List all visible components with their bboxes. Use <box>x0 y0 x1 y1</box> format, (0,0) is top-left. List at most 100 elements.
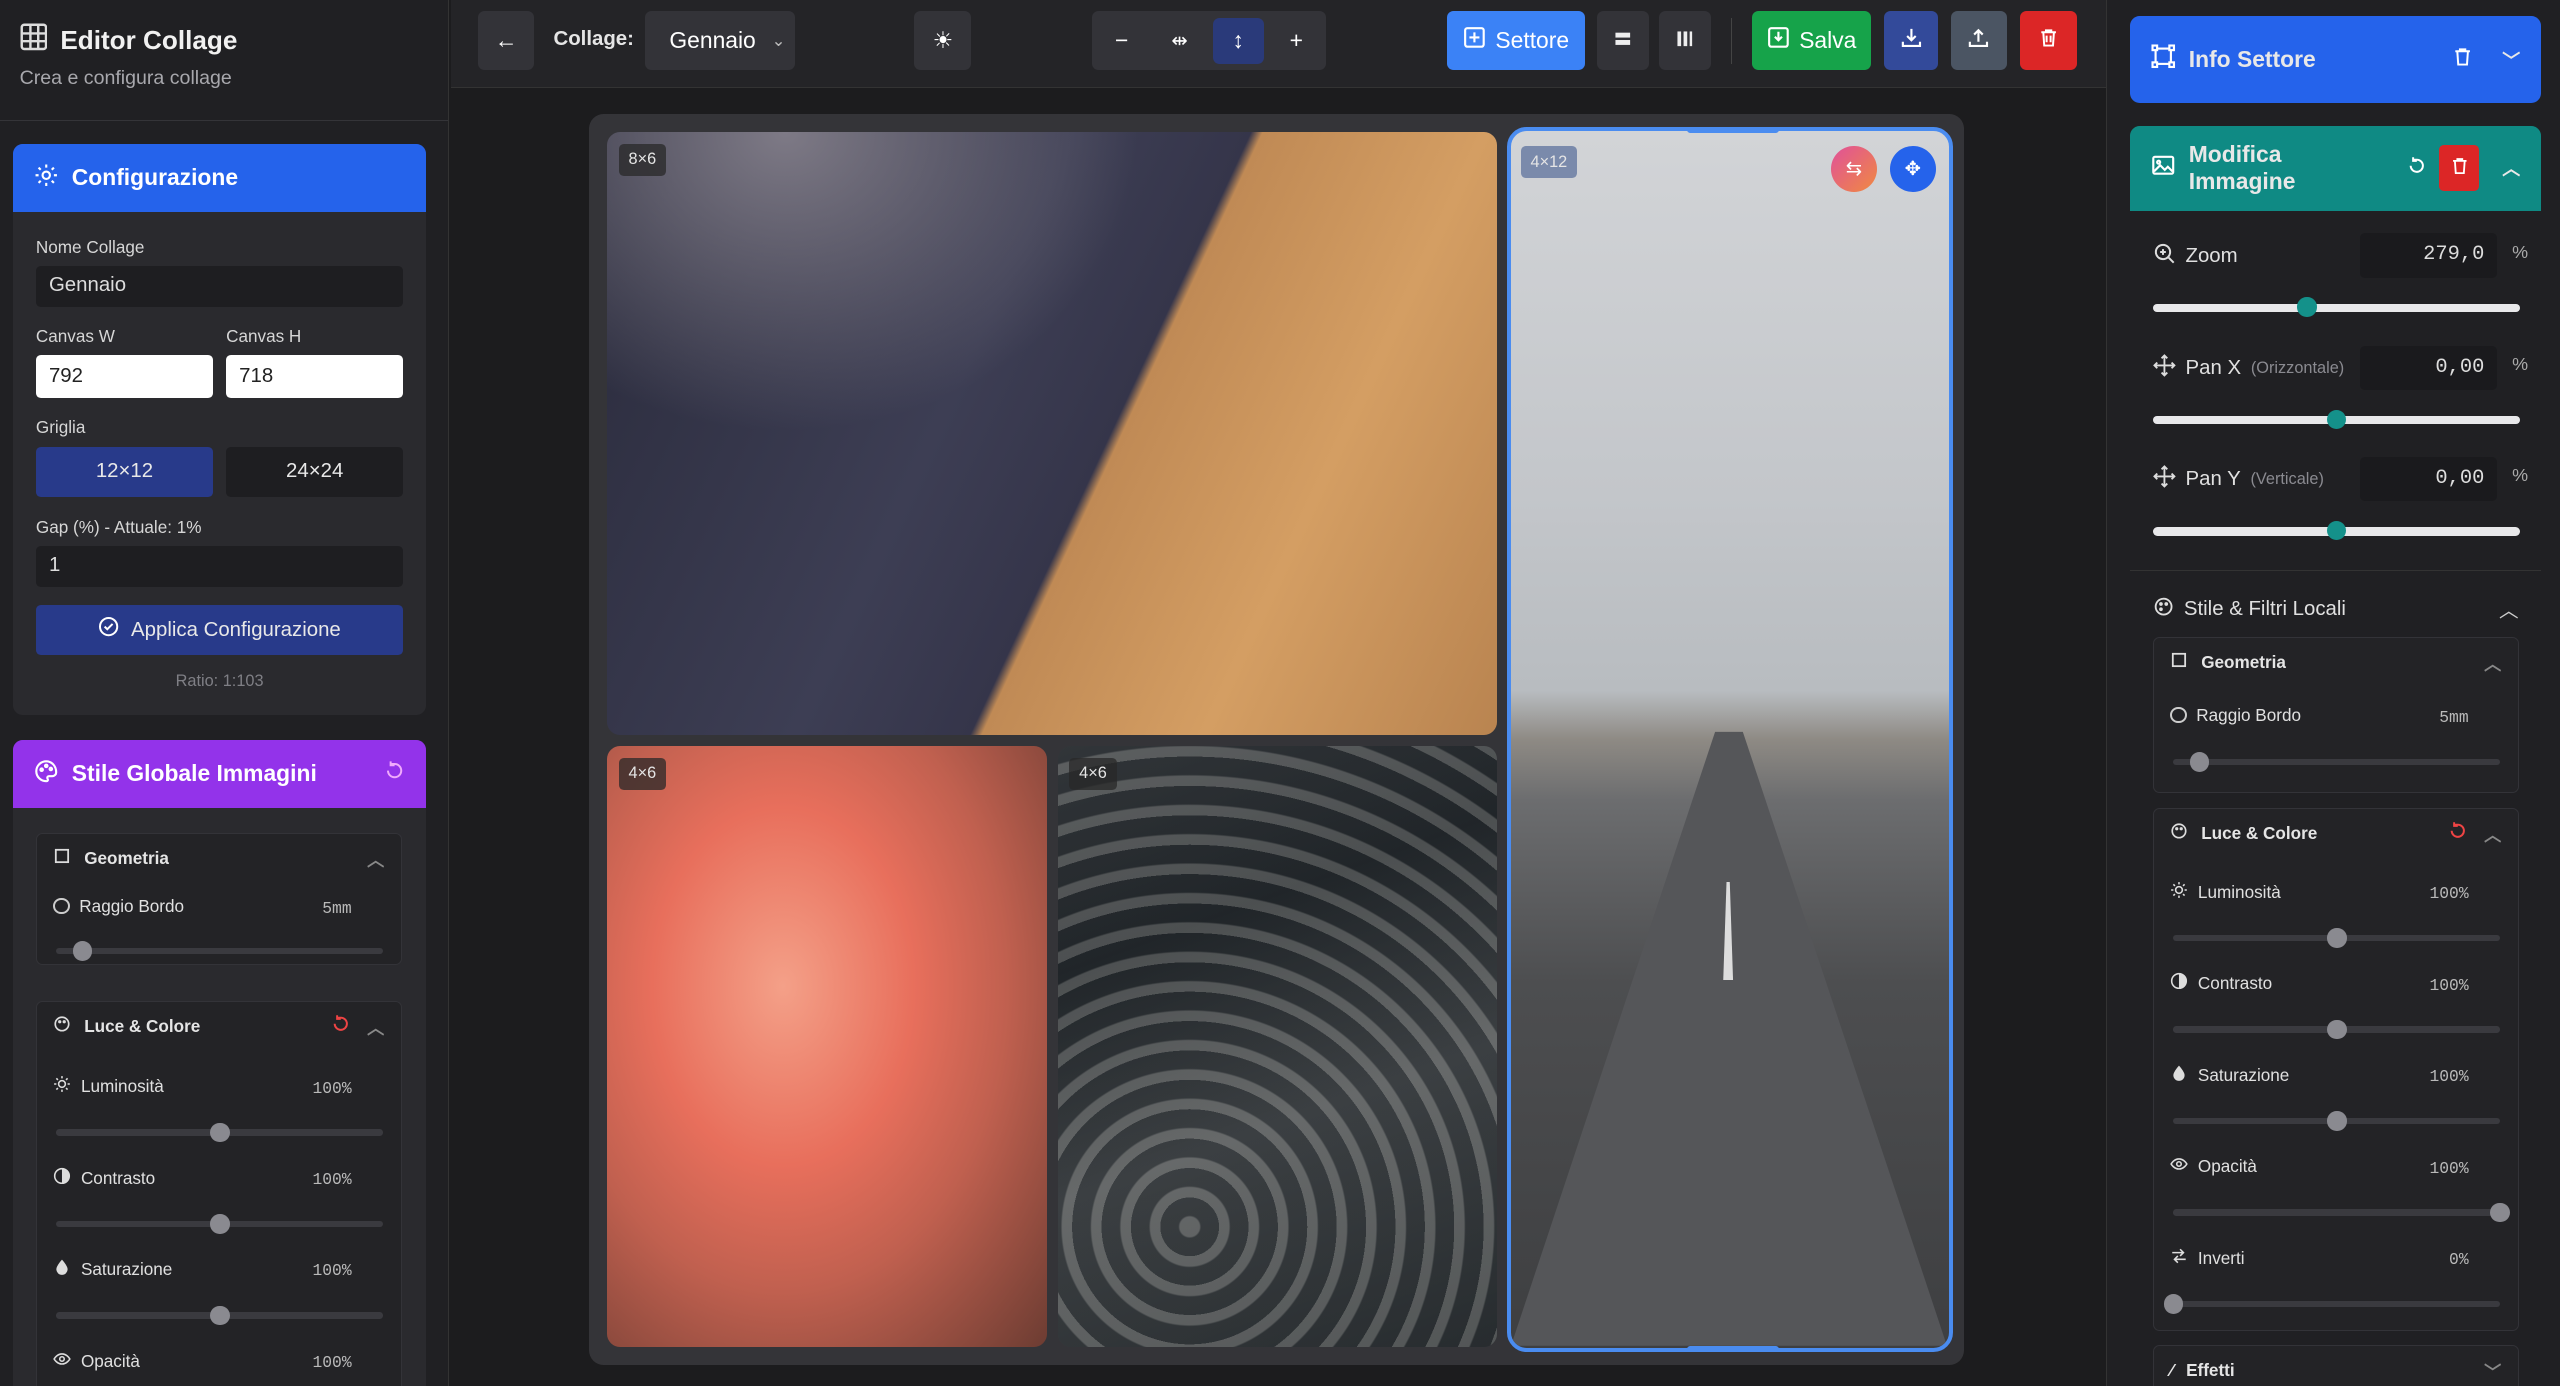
geometry-title: Geometria <box>2201 651 2286 672</box>
geometry-header[interactable]: Geometria ︿ <box>37 834 401 883</box>
grid-option-24[interactable]: 24×24 <box>226 446 404 498</box>
chevron-up-icon[interactable]: ︿ <box>2484 650 2501 675</box>
trash-icon[interactable] <box>2452 46 2473 73</box>
radius-row: Raggio Bordo <box>53 896 184 917</box>
slider-knob[interactable] <box>2163 1294 2184 1314</box>
slider-knob[interactable] <box>2326 520 2347 541</box>
fit-height-button[interactable]: ↕ <box>1213 17 1264 64</box>
filter-slider[interactable] <box>2173 1111 2500 1131</box>
canvas-w-input[interactable]: 792 <box>35 355 214 398</box>
swap-button[interactable]: ⇆ <box>1831 146 1877 192</box>
move-button[interactable]: ✥ <box>1889 146 1936 192</box>
fit-width-button[interactable]: ⇹ <box>1151 11 1208 70</box>
pan-slider[interactable] <box>2152 409 2521 430</box>
pan-input[interactable]: 0,00 <box>2360 346 2498 391</box>
slider-knob[interactable] <box>2189 752 2210 772</box>
collage-name-input[interactable]: Gennaio <box>35 265 404 307</box>
filter-slider[interactable] <box>2163 1294 2500 1314</box>
split-horizontal-button[interactable] <box>1596 11 1649 71</box>
add-sector-button[interactable]: Settore <box>1446 11 1586 71</box>
upload-button[interactable] <box>1951 11 2007 71</box>
save-button[interactable]: Salva <box>1751 11 1872 71</box>
slider-knob[interactable] <box>2326 1019 2347 1040</box>
slider-knob[interactable] <box>2326 409 2347 430</box>
pan-slider[interactable] <box>2152 520 2521 541</box>
theme-toggle-button[interactable]: ☀ <box>914 11 972 71</box>
filter-slider[interactable] <box>56 1122 383 1143</box>
canvas-h-input[interactable]: 718 <box>226 355 404 398</box>
filter-row: Opacità <box>2170 1155 2257 1178</box>
apply-label: Applica Configurazione <box>131 618 341 641</box>
light-header[interactable]: Luce & Colore ︿ <box>37 1002 401 1051</box>
local-style-header[interactable]: Stile & Filtri Locali <box>2153 596 2346 623</box>
effects-section[interactable]: ⁄ Effetti ﹀ <box>2152 1345 2519 1386</box>
reset-icon[interactable] <box>2407 155 2427 182</box>
delete-button[interactable] <box>2019 11 2077 71</box>
add-sector-label: Settore <box>1495 27 1570 54</box>
local-radius-slider[interactable] <box>2173 752 2500 772</box>
fit-vertical-icon: ↕ <box>1232 27 1245 54</box>
filter-slider[interactable] <box>2173 1202 2510 1223</box>
light-header[interactable]: Luce & Colore ︿ <box>2154 809 2518 858</box>
resize-handle-top[interactable] <box>1687 131 1779 133</box>
slider-knob[interactable] <box>2297 297 2317 317</box>
geometry-header[interactable]: Geometria ︿ <box>2154 638 2518 687</box>
collage-tile[interactable]: 4×6 <box>1057 746 1498 1347</box>
collage-canvas[interactable]: 8×6 4×12 ⇆ ✥ 4×6 4×6 <box>589 114 1965 1365</box>
contrast-icon <box>53 1167 71 1190</box>
filter-slider[interactable] <box>2173 928 2500 948</box>
control-hint: (Orizzontale) <box>2250 359 2345 378</box>
collage-tile[interactable]: 4×6 <box>607 746 1047 1347</box>
tile-texture <box>1057 746 1498 1347</box>
move-icon <box>2152 465 2176 494</box>
control-hint: (Verticale) <box>2250 470 2324 489</box>
zoom-out-button[interactable]: − <box>1092 11 1151 70</box>
slider-knob[interactable] <box>209 1122 230 1143</box>
chevron-down-icon[interactable]: ﹀ <box>2502 47 2520 73</box>
reset-icon[interactable] <box>2448 821 2468 846</box>
tile-size-badge: 4×12 <box>1520 146 1578 179</box>
remove-image-button[interactable] <box>2439 145 2480 191</box>
edit-image-header[interactable]: Modifica Immagine ︿ <box>2130 125 2542 211</box>
reset-icon[interactable] <box>384 760 405 787</box>
split-vertical-button[interactable] <box>1658 11 1712 71</box>
slider-knob[interactable] <box>2490 1202 2510 1223</box>
download-button[interactable] <box>1884 11 1938 71</box>
reset-icon[interactable] <box>331 1014 351 1039</box>
zoom-in-button[interactable]: + <box>1267 11 1326 70</box>
radius-label: Raggio Bordo <box>79 895 185 916</box>
apply-config-button[interactable]: Applica Configurazione <box>35 604 404 656</box>
back-button[interactable]: ← <box>478 11 534 71</box>
chevron-up-icon[interactable]: ︿ <box>367 1014 384 1039</box>
grid-option-12[interactable]: 12×12 <box>35 446 214 498</box>
filter-slider[interactable] <box>56 1305 383 1326</box>
slider-knob[interactable] <box>209 1214 230 1234</box>
effects-header[interactable]: ⁄ Effetti ﹀ <box>2154 1346 2518 1386</box>
zoom-slider[interactable] <box>2152 297 2521 317</box>
chevron-up-icon[interactable]: ︿ <box>2499 594 2519 623</box>
gap-input[interactable]: 1 <box>35 545 404 587</box>
chevron-up-icon[interactable]: ︿ <box>2484 821 2501 846</box>
collage-tile[interactable]: 8×6 <box>607 132 1498 735</box>
rows-icon <box>1613 27 1633 54</box>
slider-knob[interactable] <box>2326 928 2347 948</box>
zoom-input[interactable]: 279,0 <box>2360 233 2498 278</box>
resize-handle-bottom[interactable] <box>1687 1346 1779 1348</box>
global-radius-slider[interactable] <box>56 941 383 962</box>
filter-slider[interactable] <box>56 1214 383 1234</box>
slider-knob[interactable] <box>72 941 93 962</box>
global-style-header[interactable]: Stile Globale Immagini <box>13 739 427 809</box>
chevron-down-icon[interactable]: ﹀ <box>2484 1358 2501 1383</box>
info-sector-header[interactable]: Info Settore ﹀ <box>2130 16 2542 103</box>
slider-knob[interactable] <box>209 1305 230 1326</box>
filter-slider[interactable] <box>2173 1019 2500 1040</box>
chevron-up-icon[interactable]: ︿ <box>367 846 384 871</box>
collage-select[interactable]: Gennaio ⌄ <box>644 11 796 71</box>
chevron-up-icon[interactable]: ︿ <box>2502 155 2520 181</box>
pan-input[interactable]: 0,00 <box>2360 457 2498 502</box>
config-header[interactable]: Configurazione <box>13 143 427 213</box>
filter-row: Saturazione <box>53 1258 172 1281</box>
invert-icon <box>2170 1247 2188 1270</box>
slider-knob[interactable] <box>2326 1111 2347 1131</box>
collage-tile-selected[interactable]: 4×12 ⇆ ✥ <box>1506 127 1953 1352</box>
